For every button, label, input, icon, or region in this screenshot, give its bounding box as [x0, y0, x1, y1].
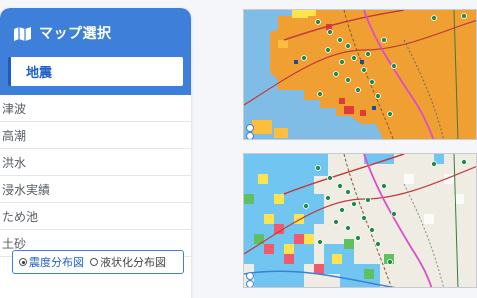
radio-checked-icon [19, 258, 27, 266]
radio-liquefaction[interactable]: 液状化分布図 [90, 254, 166, 270]
menu-item-tsunami[interactable]: 津波 [0, 95, 191, 122]
menu-item-earthquake[interactable]: 地震 [8, 57, 183, 86]
menu-item-flood[interactable]: 洪水 [0, 149, 191, 176]
seismic-intensity-map-thumbnail[interactable] [243, 9, 477, 140]
panel-header: マップ選択 [0, 8, 191, 57]
map-type-radio-group: 震度分布図 液状化分布図 [12, 250, 184, 274]
panel-title: マップ選択 [39, 25, 112, 42]
radio-label: 震度分布図 [29, 256, 84, 269]
selected-wrap: 地震 [0, 57, 191, 95]
menu-item-storm-surge[interactable]: 高潮 [0, 122, 191, 149]
map-icon [14, 26, 31, 41]
menu-item-inundation-record[interactable]: 浸水実績 [0, 176, 191, 203]
radio-unchecked-icon [90, 258, 98, 266]
menu-item-reservoir[interactable]: ため池 [0, 203, 191, 230]
radio-label: 液状化分布図 [100, 256, 166, 269]
liquefaction-map-thumbnail[interactable] [243, 153, 477, 288]
radio-seismic-intensity[interactable]: 震度分布図 [19, 254, 84, 270]
